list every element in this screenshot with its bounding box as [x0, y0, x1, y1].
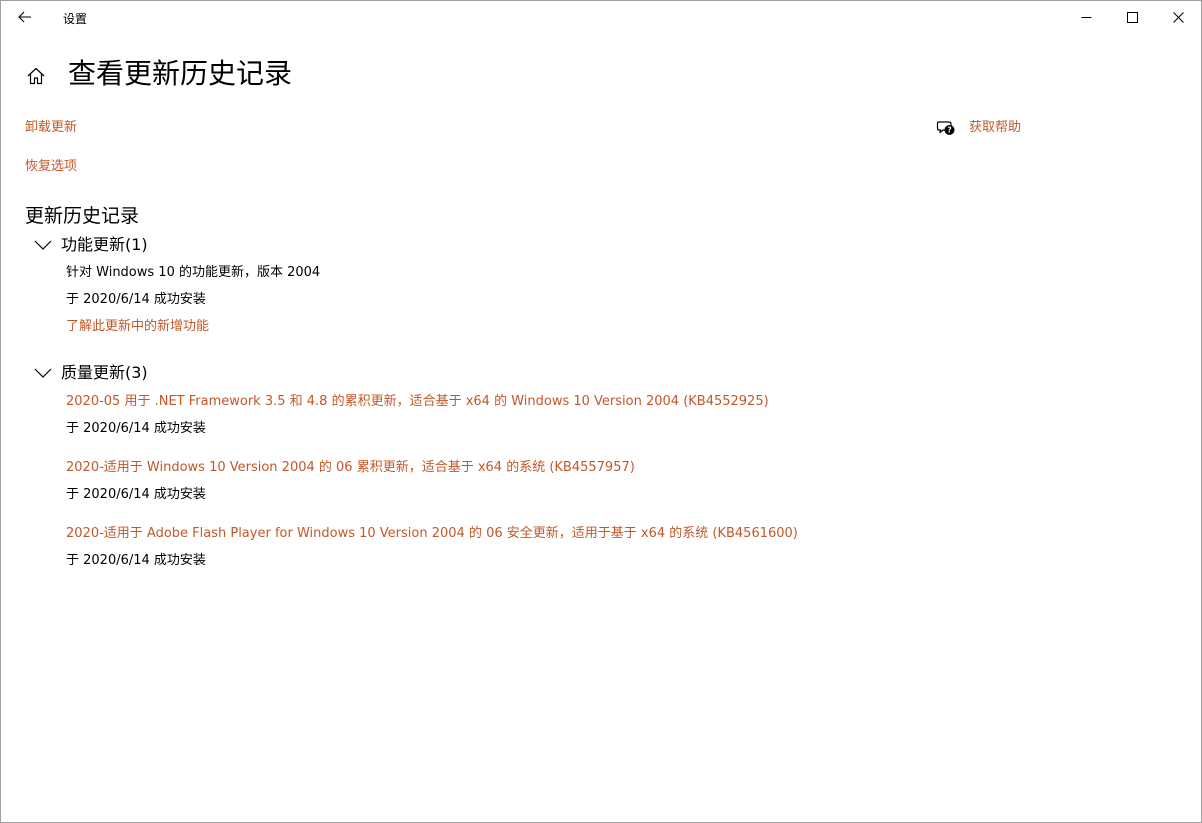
recovery-options-link[interactable]: 恢复选项: [25, 158, 77, 176]
update-history-heading: 更新历史记录: [25, 205, 140, 227]
minimize-button[interactable]: [1063, 1, 1109, 33]
quality-update-status: 于 2020/6/14 成功安装: [66, 487, 206, 502]
back-button[interactable]: [9, 3, 41, 31]
home-button[interactable]: [23, 63, 49, 89]
uninstall-updates-link[interactable]: 卸载更新: [25, 119, 77, 137]
app-title: 设置: [63, 12, 88, 26]
minimize-icon: [1081, 16, 1091, 18]
get-help-label[interactable]: 获取帮助: [969, 119, 1021, 137]
feature-update-name: 针对 Windows 10 的功能更新，版本 2004: [66, 265, 321, 280]
learn-more-link[interactable]: 了解此更新中的新增功能: [66, 318, 209, 336]
quality-updates-toggle[interactable]: 质量更新(3): [33, 362, 148, 384]
help-chat-icon: ?: [936, 118, 956, 138]
get-help[interactable]: ? 获取帮助: [936, 118, 1021, 138]
feature-update-status: 于 2020/6/14 成功安装: [66, 292, 206, 307]
quality-update-status: 于 2020/6/14 成功安装: [66, 553, 206, 568]
page-title: 查看更新历史记录: [68, 57, 293, 90]
quality-update-status: 于 2020/6/14 成功安装: [66, 421, 206, 436]
chevron-down-icon: [33, 235, 53, 255]
feature-updates-title: 功能更新(1): [61, 235, 148, 254]
close-icon: [1172, 11, 1184, 23]
title-bar: 设置: [1, 1, 1201, 33]
quality-update-link[interactable]: 2020-适用于 Adobe Flash Player for Windows …: [66, 525, 798, 543]
quality-update-link[interactable]: 2020-适用于 Windows 10 Version 2004 的 06 累积…: [66, 459, 635, 477]
home-icon: [27, 67, 45, 85]
quality-updates-title: 质量更新(3): [61, 363, 148, 382]
window-controls: [1063, 1, 1201, 33]
maximize-button[interactable]: [1109, 1, 1155, 33]
settings-window: 设置 查看更新历史记录 卸载更新 恢复选项 ? 获取帮助 更新历史记录 功能更新…: [0, 0, 1202, 823]
svg-text:?: ?: [947, 126, 951, 135]
feature-updates-toggle[interactable]: 功能更新(1): [33, 234, 148, 256]
back-arrow-icon: [18, 11, 31, 23]
close-button[interactable]: [1155, 1, 1201, 33]
maximize-icon: [1126, 11, 1138, 23]
quality-update-link[interactable]: 2020-05 用于 .NET Framework 3.5 和 4.8 的累积更…: [66, 393, 769, 411]
chevron-down-icon: [33, 363, 53, 383]
